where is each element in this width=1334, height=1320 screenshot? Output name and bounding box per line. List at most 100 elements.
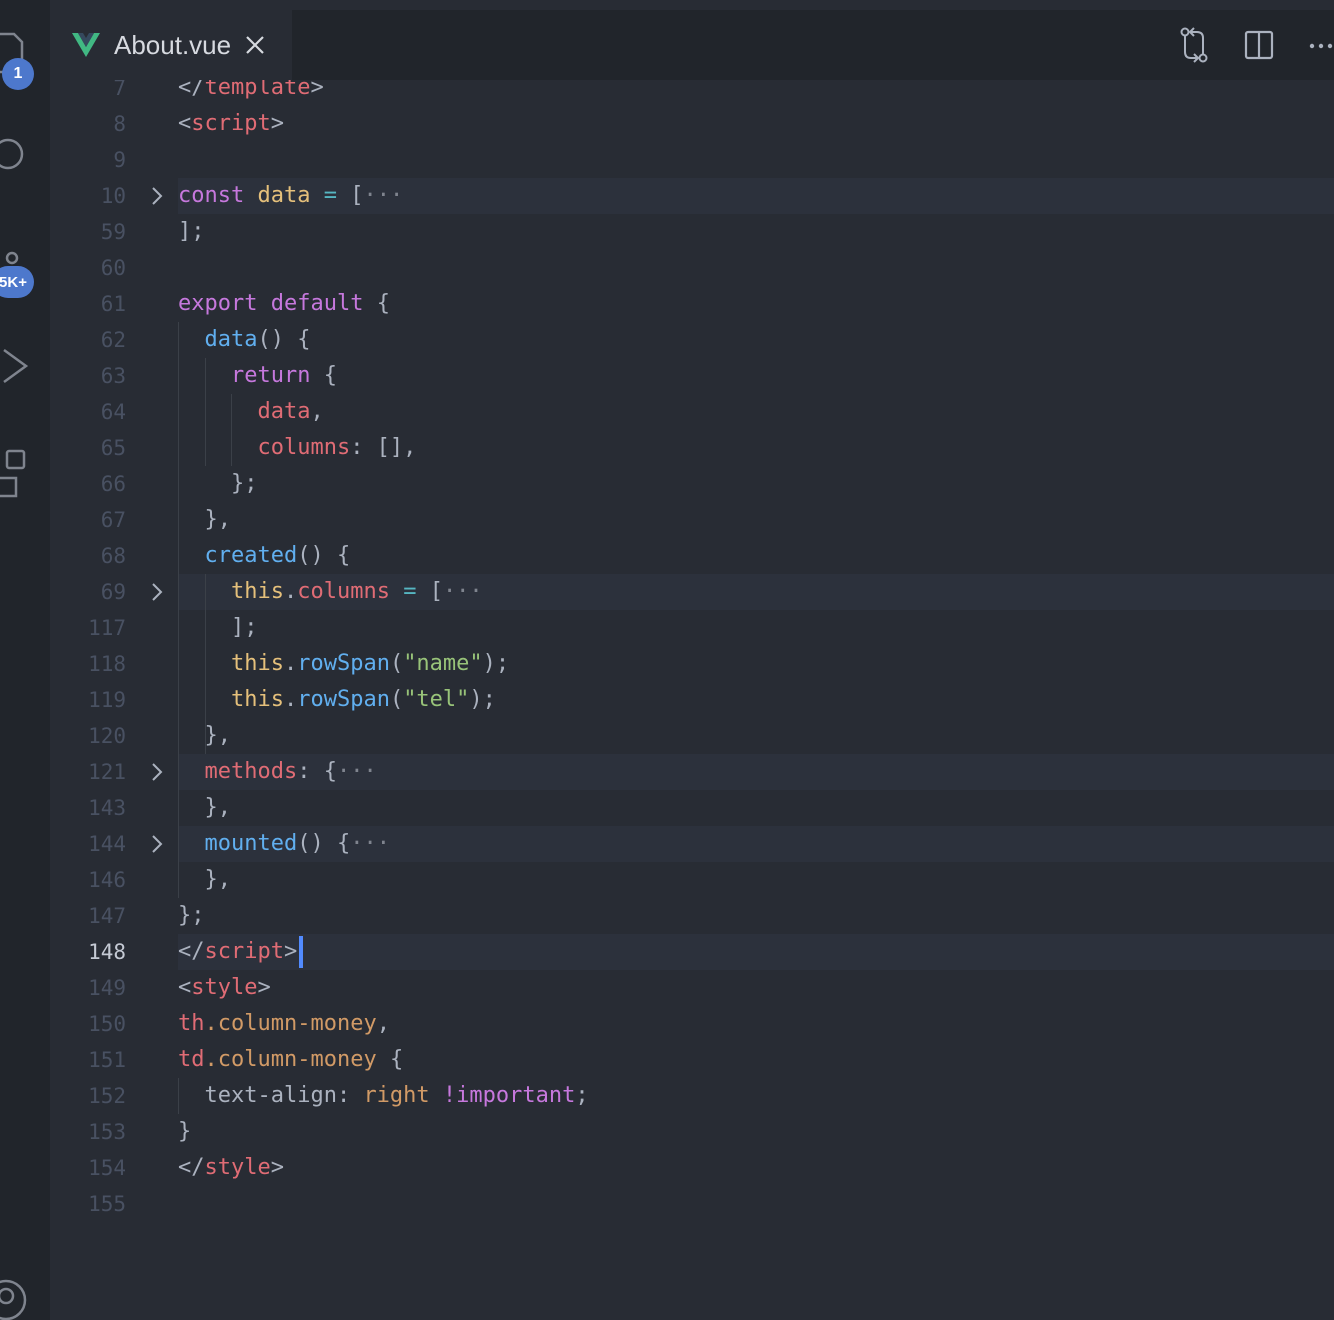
code-editor[interactable]: 7 </template> 8 <script> 9 10 const data = [··… xyxy=(50,80,1334,1320)
code-token: .column-money xyxy=(204,1047,390,1072)
code-line[interactable]: export default { xyxy=(178,286,390,322)
line-number: 68 xyxy=(100,544,126,568)
code-line[interactable]: th.column-money, xyxy=(178,1006,390,1042)
code-line[interactable]: created() { xyxy=(178,538,350,574)
code-line[interactable]: <style> xyxy=(178,970,271,1006)
line-number: 151 xyxy=(88,1048,126,1072)
code-token: > xyxy=(270,1155,284,1180)
code-token: : [], xyxy=(350,435,417,460)
code-line[interactable]: }; xyxy=(178,898,205,934)
code-token: this xyxy=(178,651,284,676)
code-token: () { xyxy=(257,327,311,352)
chevron-right-icon[interactable] xyxy=(150,178,164,214)
code-token: ··· xyxy=(350,831,390,856)
code-token: < xyxy=(178,975,192,1000)
activity-bar: 1 5K+ xyxy=(0,0,50,1320)
code-token: ); xyxy=(469,687,496,712)
code-line[interactable]: data() { xyxy=(178,322,310,358)
code-token: [ xyxy=(350,183,364,208)
code-line[interactable]: }, xyxy=(178,718,231,754)
code-token: }, xyxy=(178,507,231,532)
line-number: 61 xyxy=(100,292,126,316)
tab-title: About.vue xyxy=(114,29,232,60)
line-number: 69 xyxy=(100,580,126,604)
code-line[interactable]: }, xyxy=(178,790,231,826)
code-token: ; xyxy=(575,1083,589,1108)
code-token: </ xyxy=(178,1155,205,1180)
code-line[interactable]: }, xyxy=(178,502,231,538)
code-token: }, xyxy=(178,795,231,820)
code-token: mounted xyxy=(178,831,298,856)
code-line[interactable]: } xyxy=(178,1114,191,1150)
code-token: default xyxy=(270,291,377,316)
code-line[interactable]: </template> xyxy=(178,80,324,106)
code-token: < xyxy=(178,111,192,136)
line-number: 152 xyxy=(88,1084,126,1108)
code-token: ]; xyxy=(178,219,205,244)
code-token: { xyxy=(389,1047,404,1072)
code-token: = xyxy=(323,183,351,208)
open-changes-icon[interactable] xyxy=(1178,24,1210,64)
code-line[interactable]: this.rowSpan("name"); xyxy=(178,646,509,682)
code-token: }, xyxy=(178,867,231,892)
extensions-icon[interactable] xyxy=(0,448,30,500)
code-token: script xyxy=(204,939,284,964)
code-line[interactable]: ]; xyxy=(178,214,205,250)
line-number: 149 xyxy=(88,976,126,1000)
current-line-highlight xyxy=(178,934,1334,970)
code-token: > xyxy=(270,111,284,136)
code-token: export xyxy=(178,291,271,316)
code-line[interactable]: mounted() {··· xyxy=(178,826,390,862)
code-token: ); xyxy=(482,651,510,676)
code-token: template xyxy=(204,80,311,100)
code-line[interactable]: return { xyxy=(178,358,337,394)
split-editor-icon[interactable] xyxy=(1244,30,1274,60)
code-token: , xyxy=(310,399,324,424)
code-token: > xyxy=(257,975,271,1000)
code-line[interactable]: this.rowSpan("tel"); xyxy=(178,682,496,718)
code-token: . xyxy=(283,579,298,604)
chevron-right-icon[interactable] xyxy=(150,754,164,790)
line-number: 146 xyxy=(88,868,126,892)
code-line[interactable]: methods: {··· xyxy=(178,754,376,790)
code-token: .column-money xyxy=(204,1011,377,1036)
code-line[interactable]: text-align: right !important; xyxy=(178,1078,589,1114)
chevron-right-icon[interactable] xyxy=(150,826,164,862)
run-debug-icon[interactable] xyxy=(0,344,30,392)
tab-about-vue[interactable]: About.vue xyxy=(50,10,292,80)
code-token: data xyxy=(178,327,258,352)
line-number: 154 xyxy=(88,1156,126,1180)
code-line[interactable]: </script> xyxy=(178,934,304,970)
line-number: 59 xyxy=(100,220,126,244)
account-icon[interactable] xyxy=(0,1274,30,1320)
search-icon[interactable] xyxy=(0,136,30,176)
code-line[interactable]: td.column-money { xyxy=(178,1042,403,1078)
code-line[interactable]: <script> xyxy=(178,106,284,142)
more-actions-icon[interactable] xyxy=(1308,40,1334,52)
code-token: this xyxy=(178,579,284,604)
line-number: 155 xyxy=(88,1192,126,1216)
code-token: ( xyxy=(389,687,404,712)
code-token: rowSpan xyxy=(297,651,390,676)
line-number: 10 xyxy=(100,184,126,208)
line-number: 120 xyxy=(88,724,126,748)
code-token: }; xyxy=(178,471,258,496)
code-token: . xyxy=(283,687,298,712)
line-number: 64 xyxy=(100,400,126,424)
code-token: columns xyxy=(178,435,351,460)
code-line[interactable]: }; xyxy=(178,466,258,502)
code-token: > xyxy=(283,939,298,964)
close-icon[interactable] xyxy=(245,35,265,55)
code-line[interactable]: columns: [], xyxy=(178,430,416,466)
code-line[interactable]: data, xyxy=(178,394,324,430)
chevron-right-icon[interactable] xyxy=(150,574,164,610)
code-line[interactable]: ]; xyxy=(178,610,258,646)
line-number: 62 xyxy=(100,328,126,352)
code-token: "name" xyxy=(403,651,483,676)
code-token: right xyxy=(363,1083,443,1108)
code-line[interactable]: this.columns = [··· xyxy=(178,574,483,610)
code-token: const xyxy=(178,183,258,208)
code-line[interactable]: }, xyxy=(178,862,231,898)
code-line[interactable]: </style> xyxy=(178,1150,284,1186)
code-line[interactable]: const data = [··· xyxy=(178,178,403,214)
